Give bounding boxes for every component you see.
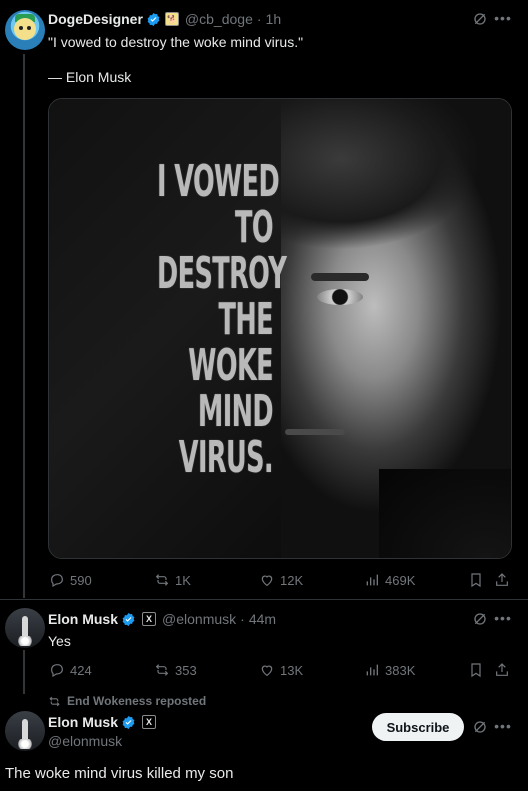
reply-icon	[51, 574, 63, 588]
repost-button[interactable]: 353	[154, 662, 197, 678]
separator-dot: ·	[256, 11, 262, 27]
reply-button[interactable]: 424	[49, 662, 92, 678]
like-icon	[261, 665, 273, 677]
like-button[interactable]: 12K	[259, 572, 303, 588]
share-button[interactable]	[494, 572, 510, 588]
like-count: 12K	[280, 572, 304, 588]
author-name[interactable]: Elon Musk	[48, 714, 118, 730]
grok-icon[interactable]	[471, 718, 489, 736]
more-icon[interactable]: •••	[494, 609, 512, 627]
timestamp[interactable]: 1h	[266, 11, 282, 27]
views-button[interactable]: 383K	[364, 662, 415, 678]
views-button[interactable]: 469K	[364, 572, 415, 588]
affiliate-badge: X	[142, 715, 157, 729]
grok-icon[interactable]	[471, 10, 489, 28]
author-name[interactable]: Elon Musk	[48, 611, 118, 627]
views-count: 469K	[385, 572, 416, 588]
poster-line: MIND	[197, 386, 274, 437]
divider	[0, 599, 528, 600]
grok-icon[interactable]	[471, 610, 489, 628]
avatar[interactable]	[5, 608, 45, 648]
thread-line	[23, 54, 25, 598]
repost-count: 1K	[175, 572, 191, 588]
avatar[interactable]	[5, 10, 45, 50]
reply-count: 424	[70, 662, 92, 678]
verified-icon	[122, 715, 135, 729]
poster-line: WOKE	[188, 340, 273, 391]
tweet-text-line1: "I vowed to destroy the woke mind virus.…	[48, 34, 304, 50]
tweet-text: The woke mind virus killed my son	[5, 765, 234, 782]
tweet-actions: 424 353 13K 383K	[0, 660, 528, 680]
bookmark-button[interactable]	[468, 572, 484, 588]
poster-text: I VOWED TO DESTROY THE WOKE MIND VIRUS.	[157, 156, 287, 483]
author-handle[interactable]: @elonmusk	[162, 611, 236, 627]
tweet-image[interactable]: I VOWED TO DESTROY THE WOKE MIND VIRUS.	[48, 98, 512, 559]
tweet-actions: 590 1K 12K 469K	[0, 570, 528, 590]
views-count: 383K	[385, 662, 416, 678]
poster-line: TO	[235, 202, 274, 253]
poster-line: VIRUS.	[178, 432, 274, 483]
repost-icon	[49, 696, 60, 706]
share-button[interactable]	[494, 662, 510, 678]
bookmark-icon	[471, 573, 481, 588]
repost-note[interactable]: End Wokeness reposted	[48, 694, 206, 708]
verified-icon	[122, 612, 135, 626]
more-icon[interactable]: •••	[494, 9, 512, 27]
affiliate-badge-icon: 🐕	[164, 12, 179, 26]
poster-line: I VOWED	[157, 156, 280, 207]
bookmark-button[interactable]	[468, 662, 484, 678]
repost-count: 353	[175, 662, 197, 678]
bookmark-icon	[471, 663, 481, 678]
like-count: 13K	[280, 662, 304, 678]
repost-note-text: End Wokeness reposted	[67, 694, 207, 708]
share-icon	[496, 663, 508, 676]
repost-icon	[155, 574, 169, 586]
repost-icon	[155, 664, 169, 676]
poster-line: THE	[218, 294, 274, 345]
share-icon	[496, 573, 508, 586]
verified-icon	[147, 12, 160, 26]
timestamp[interactable]: 44m	[249, 611, 276, 627]
like-button[interactable]: 13K	[259, 662, 303, 678]
tweet-text-line2: — Elon Musk	[48, 69, 132, 85]
subscribe-button[interactable]: Subscribe	[372, 713, 464, 741]
affiliate-badge: X	[142, 612, 157, 626]
like-icon	[261, 575, 273, 587]
separator-dot: ·	[240, 611, 245, 627]
reply-button[interactable]: 590	[49, 572, 92, 588]
tweet-text: Yes	[48, 633, 71, 649]
author-handle[interactable]: @cb_doge	[185, 11, 253, 27]
author-name[interactable]: DogeDesigner	[48, 11, 143, 27]
views-icon	[366, 664, 378, 676]
avatar[interactable]	[5, 711, 45, 751]
poster-line: DESTROY	[157, 248, 287, 299]
repost-button[interactable]: 1K	[154, 572, 191, 588]
author-handle[interactable]: @elonmusk	[48, 732, 122, 750]
reply-icon	[51, 664, 63, 678]
more-icon[interactable]: •••	[494, 717, 512, 735]
reply-count: 590	[70, 572, 92, 588]
views-icon	[366, 574, 378, 586]
